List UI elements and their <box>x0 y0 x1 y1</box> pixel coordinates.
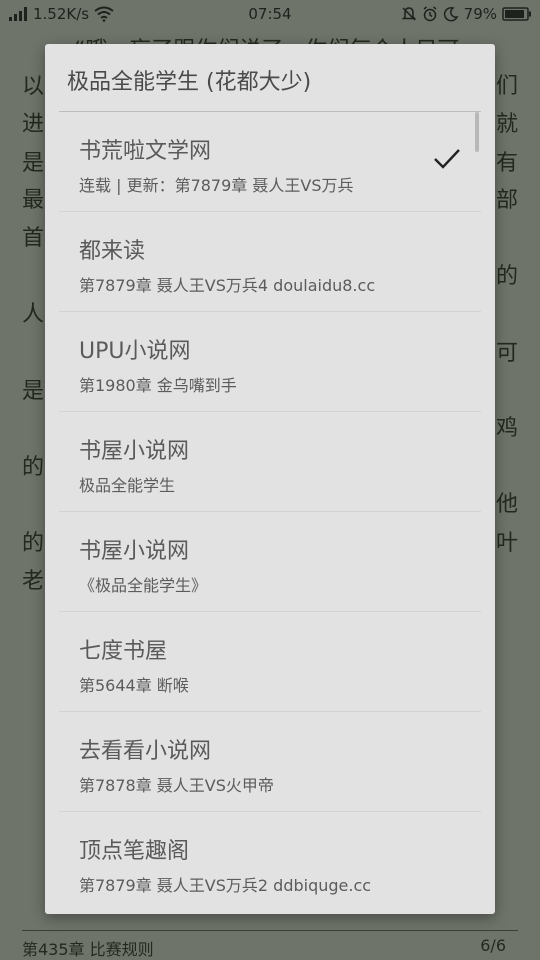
source-item-3[interactable]: 书屋小说网 极品全能学生 <box>59 412 481 512</box>
reader-text-line: 首 <box>22 226 45 251</box>
reader-footer: 第435章 比赛规则 6/6 <box>22 930 518 959</box>
reader-text-line: 是 <box>22 379 45 404</box>
source-item-1[interactable]: 都来读 第7879章 聂人王VS万兵4 doulaidu8.cc <box>59 212 481 312</box>
source-name: 都来读 <box>79 239 146 264</box>
source-latest-chapter: 第1980章 金乌嘴到手 <box>79 376 237 395</box>
source-name: 书屋小说网 <box>79 439 190 464</box>
battery-percent: 79% <box>463 5 497 23</box>
clock: 07:54 <box>248 5 292 23</box>
reader-text-line: 有 <box>496 151 519 176</box>
source-latest-chapter: 第7879章 聂人王VS万兵2 ddbiquge.cc <box>79 876 372 895</box>
reader-text-line: 老 <box>22 569 45 594</box>
reader-text-line: 进 <box>22 112 45 137</box>
reader-text-line: 可 <box>496 341 519 366</box>
reader-text-line: 最 <box>22 188 45 213</box>
status-bar: 1.52K/s 07:54 79% <box>0 0 540 30</box>
source-latest-chapter: 第5644章 断喉 <box>79 676 189 695</box>
source-name: 七度书屋 <box>79 639 168 664</box>
battery-icon <box>502 7 532 21</box>
source-item-2[interactable]: UPU小说网 第1980章 金乌嘴到手 <box>59 312 481 412</box>
source-latest-chapter: 极品全能学生 <box>79 476 176 495</box>
reader-text-line: 的 <box>496 264 519 289</box>
source-name: 顶点笔趣阁 <box>79 839 190 864</box>
page-indicator: 6/6 <box>480 936 506 955</box>
list-scrollbar[interactable] <box>475 112 479 152</box>
moon-icon <box>443 6 459 22</box>
source-item-6[interactable]: 去看看小说网 第7878章 聂人王VS火甲帝 <box>59 712 481 812</box>
source-latest-chapter: 第7879章 聂人王VS万兵4 doulaidu8.cc <box>79 276 376 295</box>
reader-text-line: 以 <box>22 74 45 99</box>
bell-off-icon <box>401 6 417 22</box>
source-name: 去看看小说网 <box>79 739 212 764</box>
chapter-title: 第435章 比赛规则 <box>22 940 154 959</box>
reader-text-line: 是 <box>22 151 45 176</box>
source-latest-chapter: 《极品全能学生》 <box>79 576 208 595</box>
reader-text-line: 鸡 <box>496 416 519 441</box>
reader-text-line: 人 <box>22 302 45 327</box>
source-latest-chapter: 第7878章 聂人王VS火甲帝 <box>79 776 274 795</box>
reader-text-line: 的 <box>22 531 45 556</box>
source-item-5[interactable]: 七度书屋 第5644章 断喉 <box>59 612 481 712</box>
dialog-title: 极品全能学生 (花都大少) <box>67 70 312 95</box>
reader-text-line: 们 <box>496 74 519 99</box>
reader-text-line: 他 <box>496 492 519 517</box>
reader-text-line: 部 <box>496 188 519 213</box>
source-item-4[interactable]: 书屋小说网 《极品全能学生》 <box>59 512 481 612</box>
source-name: 书屋小说网 <box>79 539 190 564</box>
source-select-dialog: 极品全能学生 (花都大少) 书荒啦文学网 连载 | 更新：第7879章 聂人王V… <box>45 44 495 914</box>
source-item-7[interactable]: 顶点笔趣阁 第7879章 聂人王VS万兵2 ddbiquge.cc <box>59 812 481 911</box>
reader-text-line: 的 <box>22 455 45 480</box>
alarm-icon <box>422 6 438 22</box>
source-list[interactable]: 书荒啦文学网 连载 | 更新：第7879章 聂人王VS万兵 都来读 第7879章… <box>59 112 481 914</box>
reader-text-line: 叶 <box>496 531 519 556</box>
source-name: 书荒啦文学网 <box>79 139 212 164</box>
source-latest-chapter: 连载 | 更新：第7879章 聂人王VS万兵 <box>79 176 354 195</box>
source-item-0[interactable]: 书荒啦文学网 连载 | 更新：第7879章 聂人王VS万兵 <box>59 112 481 212</box>
source-name: UPU小说网 <box>79 339 191 364</box>
checkmark-icon <box>433 148 461 174</box>
reader-text-line: 就 <box>496 112 519 137</box>
